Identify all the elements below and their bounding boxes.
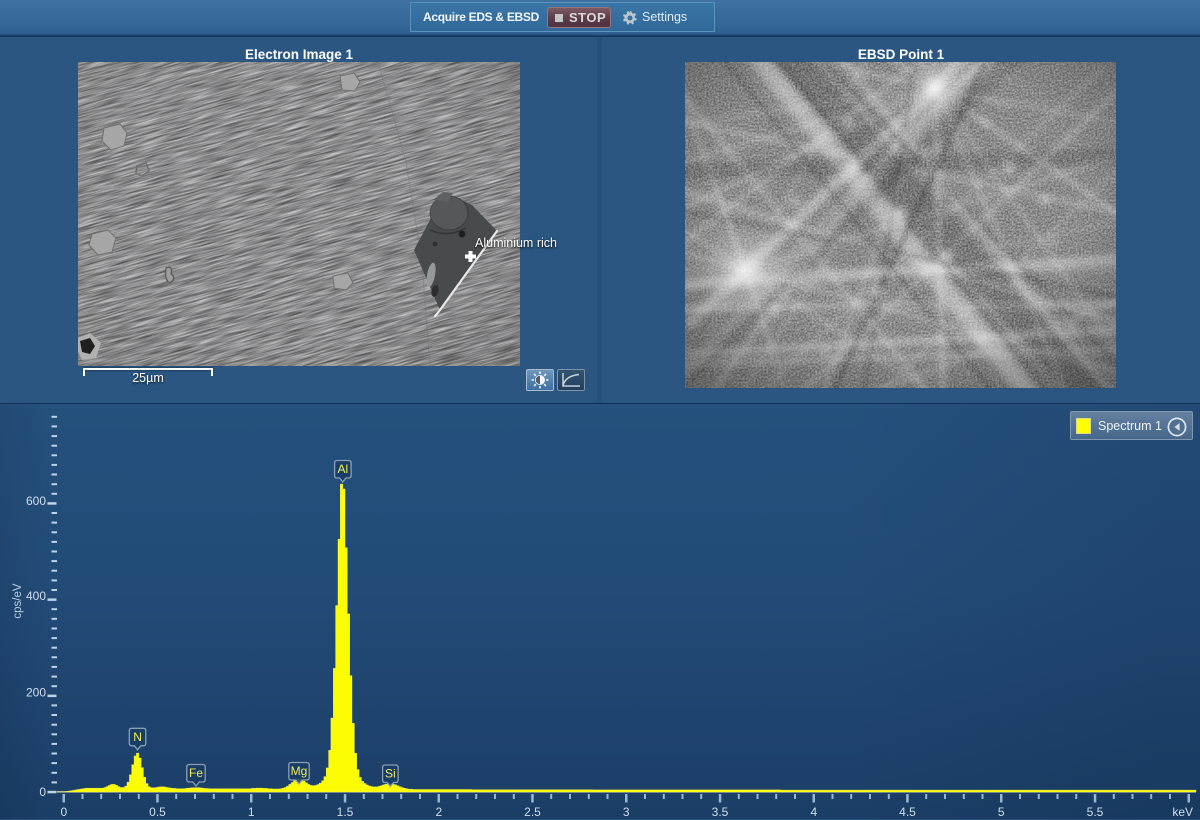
svg-text:2: 2	[435, 805, 442, 819]
svg-text:600: 600	[26, 494, 46, 508]
svg-text:Mg: Mg	[291, 764, 308, 778]
svg-text:5: 5	[998, 805, 1005, 819]
svg-text:3.5: 3.5	[712, 805, 729, 819]
svg-text:4: 4	[810, 805, 817, 819]
svg-text:1.5: 1.5	[337, 805, 354, 819]
svg-text:3: 3	[623, 805, 630, 819]
svg-text:4.5: 4.5	[899, 805, 916, 819]
svg-text:keV: keV	[1172, 805, 1193, 819]
svg-text:cps/eV: cps/eV	[12, 583, 24, 618]
svg-text:0: 0	[39, 785, 46, 799]
svg-text:5.5: 5.5	[1087, 805, 1104, 819]
svg-text:2.5: 2.5	[524, 805, 541, 819]
svg-text:0: 0	[60, 805, 67, 819]
svg-text:Fe: Fe	[189, 766, 203, 780]
svg-text:400: 400	[26, 589, 46, 603]
svg-text:1: 1	[248, 805, 255, 819]
svg-text:200: 200	[26, 686, 46, 700]
svg-text:0.5: 0.5	[149, 805, 166, 819]
svg-text:N: N	[133, 730, 142, 744]
svg-text:Si: Si	[385, 767, 396, 781]
svg-text:Al: Al	[337, 462, 348, 476]
